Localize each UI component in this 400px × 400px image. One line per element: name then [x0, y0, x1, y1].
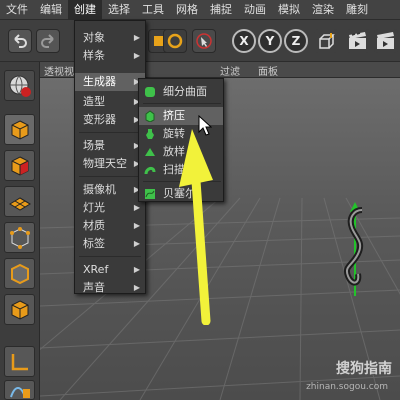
create-menu: 对象 ▶ 样条 ▶ 生成器 ▶ 造型 ▶ 变形器 ▶ 场景 ▶ 物理天空 ▶ 摄像机 ▶ 灯光 ▶…: [74, 20, 146, 294]
menu-item-spline[interactable]: 样条 ▶: [75, 47, 145, 65]
sweep-icon: [144, 166, 156, 175]
menu-create[interactable]: 创建: [68, 0, 102, 20]
menu-separator: [143, 103, 221, 104]
cube-icon: [11, 119, 28, 140]
menu-item-object[interactable]: 对象 ▶: [75, 29, 145, 47]
menu-item-scene[interactable]: 场景 ▶: [75, 137, 145, 155]
menu-tools[interactable]: 工具: [136, 0, 170, 20]
redo-button[interactable]: [36, 29, 60, 53]
annotation-arrow-icon: [179, 129, 213, 325]
clapperboard-icon: [377, 32, 394, 49]
menu-mesh[interactable]: 网格: [170, 0, 204, 20]
render-view-button[interactable]: [346, 29, 370, 53]
menu-separator: [79, 176, 141, 177]
menu-item-material[interactable]: 材质 ▶: [75, 217, 145, 235]
menu-select[interactable]: 选择: [102, 0, 136, 20]
extrude-icon: [145, 110, 155, 122]
model-mode-button[interactable]: [4, 114, 35, 145]
grid-plane-icon: [8, 196, 31, 211]
checker-cube-icon: [11, 155, 28, 176]
menu-item-light[interactable]: 灯光 ▶: [75, 199, 145, 217]
rotate-tool-button[interactable]: [163, 29, 187, 53]
loft-icon: [145, 148, 155, 156]
menu-item-physical-sky[interactable]: 物理天空 ▶: [75, 155, 145, 173]
polygons-cube-icon: [11, 299, 28, 320]
main-toolbar: X Y Z: [0, 20, 400, 62]
menu-item-generator[interactable]: 生成器 ▶: [75, 73, 145, 91]
submenu-arrow-icon: ▶: [133, 265, 140, 274]
menu-item-deformer[interactable]: 变形器 ▶: [75, 111, 145, 129]
subdivision-surface-icon: [145, 87, 155, 97]
menu-bar: 文件 编辑 创建 选择 工具 网格 捕捉 动画 模拟 渲染 雕刻: [0, 0, 400, 20]
coordinate-system-button[interactable]: [314, 29, 338, 53]
points-cube-icon: [9, 226, 30, 249]
y-axis-lock-button[interactable]: Y: [258, 29, 282, 53]
render-to-picture-viewer-button[interactable]: [374, 29, 398, 53]
workplane-mode-button[interactable]: [4, 186, 35, 217]
menu-edit[interactable]: 编辑: [34, 0, 68, 20]
redo-icon: [41, 34, 54, 48]
menu-item-tag[interactable]: 标签 ▶: [75, 235, 145, 253]
texture-mode-button[interactable]: [4, 150, 35, 181]
submenu-arrow-icon: ▶: [133, 239, 140, 248]
menu-separator: [79, 132, 141, 133]
undo-icon: [14, 34, 27, 48]
clapperboard-icon: [349, 32, 366, 49]
watermark-url: zhinan.sogou.com: [306, 382, 388, 392]
edges-cube-icon: [10, 263, 29, 284]
viewport-panel-menu[interactable]: 面板: [258, 63, 278, 78]
edge-mode-button[interactable]: [4, 258, 35, 289]
menu-item-subdivision-surface[interactable]: 细分曲面: [139, 83, 223, 101]
submenu-arrow-icon: ▶: [133, 33, 140, 42]
menu-item-sound[interactable]: 声音 ▶: [75, 279, 145, 297]
axis-icon: [11, 353, 28, 370]
left-toolbar: [0, 62, 40, 400]
menu-item-camera[interactable]: 摄像机 ▶: [75, 181, 145, 199]
lathe-icon: [146, 129, 154, 139]
viewport-filter-menu[interactable]: 过滤: [220, 63, 240, 78]
select-tool-button[interactable]: [192, 29, 216, 53]
tweak-icon: [9, 387, 30, 398]
polygon-mode-button[interactable]: [4, 294, 35, 325]
world-axis-icon: [319, 33, 335, 49]
x-axis-lock-button[interactable]: X: [232, 29, 256, 53]
rotate-icon: [167, 33, 183, 49]
menu-simulate[interactable]: 模拟: [272, 0, 306, 20]
enable-axis-button[interactable]: [4, 346, 35, 377]
menu-sculpt[interactable]: 雕刻: [340, 0, 374, 20]
watermark-brand: 搜狗指南: [336, 361, 392, 377]
menu-item-modeling[interactable]: 造型 ▶: [75, 93, 145, 111]
undo-button[interactable]: [8, 29, 32, 53]
globe-icon: [9, 75, 31, 97]
live-select-icon: [196, 33, 212, 49]
menu-animation[interactable]: 动画: [238, 0, 272, 20]
viewport-view-label[interactable]: 透视视: [44, 63, 74, 78]
tweak-mode-button[interactable]: [4, 380, 35, 400]
menu-item-xref[interactable]: XRef ▶: [75, 261, 145, 279]
point-mode-button[interactable]: [4, 222, 35, 253]
menu-snap[interactable]: 捕捉: [204, 0, 238, 20]
make-editable-button[interactable]: [4, 70, 35, 101]
submenu-arrow-icon: ▶: [133, 283, 140, 292]
menu-separator: [79, 256, 141, 257]
menu-render[interactable]: 渲染: [306, 0, 340, 20]
submenu-arrow-icon: ▶: [133, 51, 140, 60]
submenu-arrow-icon: ▶: [133, 221, 140, 230]
z-axis-lock-button[interactable]: Z: [284, 29, 308, 53]
menu-file[interactable]: 文件: [0, 0, 34, 20]
bezier-icon: [145, 189, 155, 199]
